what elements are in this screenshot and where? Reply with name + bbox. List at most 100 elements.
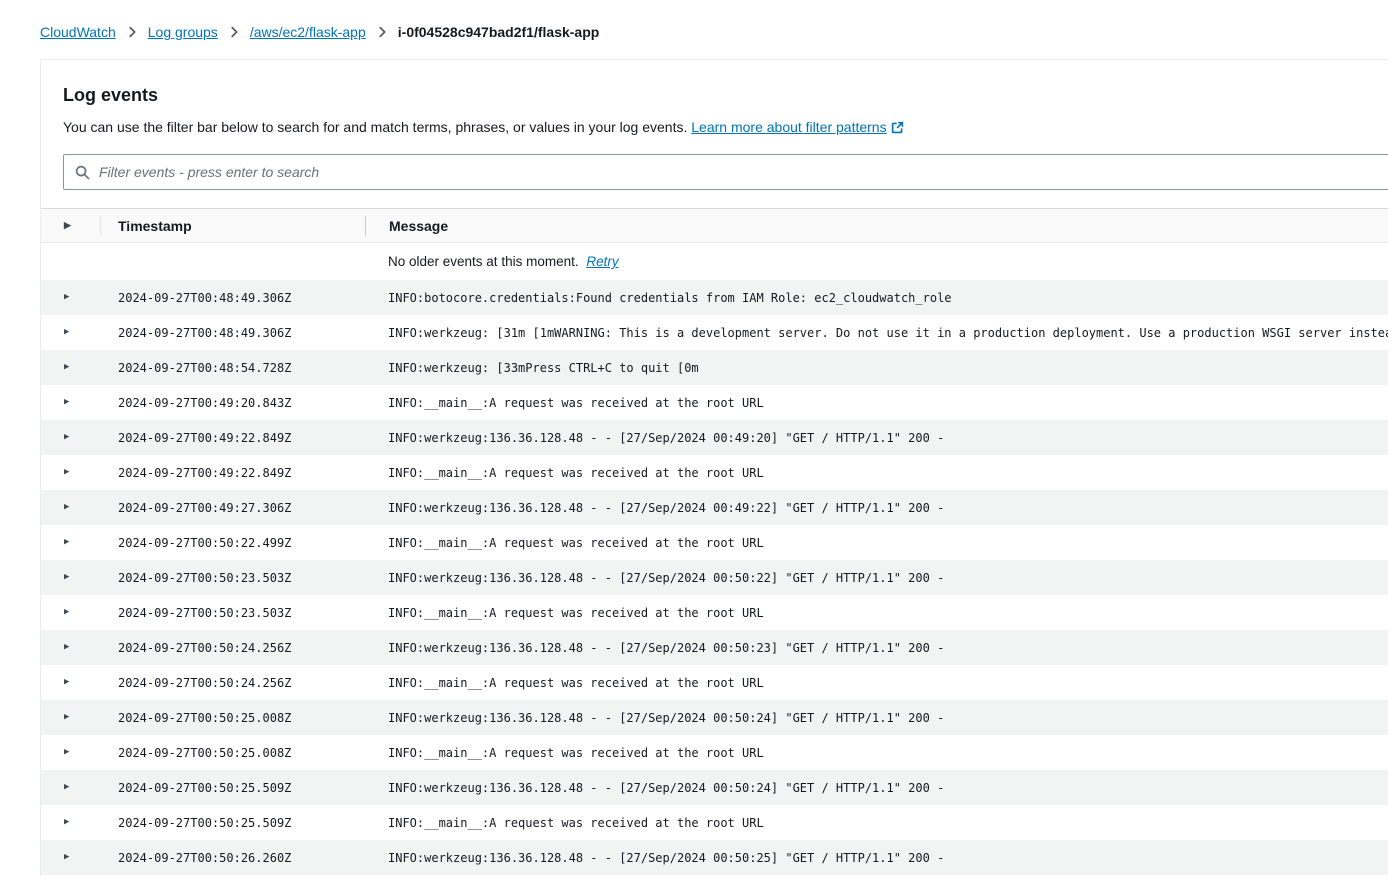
- expand-row-caret-icon[interactable]: ▶: [64, 748, 69, 757]
- breadcrumb-log-group-link[interactable]: /aws/ec2/flask-app: [250, 24, 366, 40]
- chevron-right-icon: [227, 25, 241, 39]
- expand-row-caret-icon[interactable]: ▶: [64, 293, 69, 302]
- search-icon: [75, 165, 90, 180]
- log-message-cell: INFO:__main__:A request was received at …: [365, 466, 1388, 480]
- log-event-row[interactable]: ▶ 2024-09-27T00:50:22.499Z INFO:__main__…: [41, 525, 1388, 560]
- expand-cell[interactable]: ▶: [41, 818, 100, 827]
- expand-cell[interactable]: ▶: [41, 783, 100, 792]
- log-events-table: ▶ Timestamp Message No older events at t…: [41, 208, 1388, 875]
- log-timestamp-cell: 2024-09-27T00:49:27.306Z: [100, 501, 364, 515]
- breadcrumb: CloudWatch Log groups /aws/ec2/flask-app…: [0, 0, 1388, 40]
- breadcrumb-cloudwatch-link[interactable]: CloudWatch: [40, 24, 116, 40]
- log-event-row[interactable]: ▶ 2024-09-27T00:50:25.509Z INFO:__main__…: [41, 805, 1388, 840]
- log-event-row[interactable]: ▶ 2024-09-27T00:50:24.256Z INFO:__main__…: [41, 665, 1388, 700]
- external-link-icon: [891, 119, 904, 139]
- expand-cell[interactable]: ▶: [41, 643, 100, 652]
- log-timestamp-cell: 2024-09-27T00:50:25.509Z: [100, 816, 364, 830]
- breadcrumb-log-groups-link[interactable]: Log groups: [148, 24, 218, 40]
- retry-link[interactable]: Retry: [586, 254, 618, 269]
- log-message-cell: INFO:werkzeug:136.36.128.48 - - [27/Sep/…: [365, 711, 1388, 725]
- log-timestamp-cell: 2024-09-27T00:48:49.306Z: [100, 326, 364, 340]
- expand-row-caret-icon[interactable]: ▶: [64, 643, 69, 652]
- log-event-row[interactable]: ▶ 2024-09-27T00:49:20.843Z INFO:__main__…: [41, 385, 1388, 420]
- expand-cell[interactable]: ▶: [41, 433, 100, 442]
- log-events-panel: Log events You can use the filter bar be…: [40, 59, 1388, 876]
- log-rows-container: ▶ 2024-09-27T00:48:49.306Z INFO:botocore…: [41, 280, 1388, 875]
- log-event-row[interactable]: ▶ 2024-09-27T00:49:22.849Z INFO:werkzeug…: [41, 420, 1388, 455]
- expand-cell[interactable]: ▶: [41, 538, 100, 547]
- log-timestamp-cell: 2024-09-27T00:50:24.256Z: [100, 641, 364, 655]
- expand-row-caret-icon[interactable]: ▶: [64, 853, 69, 862]
- log-timestamp-cell: 2024-09-27T00:49:20.843Z: [100, 396, 364, 410]
- log-message-cell: INFO:__main__:A request was received at …: [365, 606, 1388, 620]
- log-event-row[interactable]: ▶ 2024-09-27T00:48:49.306Z INFO:werkzeug…: [41, 315, 1388, 350]
- log-message-cell: INFO:werkzeug:136.36.128.48 - - [27/Sep/…: [365, 431, 1388, 445]
- expand-row-caret-icon[interactable]: ▶: [64, 538, 69, 547]
- log-event-row[interactable]: ▶ 2024-09-27T00:49:22.849Z INFO:__main__…: [41, 455, 1388, 490]
- log-message-cell: INFO:werkzeug:136.36.128.48 - - [27/Sep/…: [365, 571, 1388, 585]
- chevron-right-icon: [375, 25, 389, 39]
- expand-cell[interactable]: ▶: [41, 748, 100, 757]
- expand-all-header-cell[interactable]: ▶: [41, 221, 100, 230]
- expand-row-caret-icon[interactable]: ▶: [64, 713, 69, 722]
- log-timestamp-cell: 2024-09-27T00:50:23.503Z: [100, 571, 364, 585]
- expand-all-caret-icon[interactable]: ▶: [64, 221, 71, 230]
- expand-row-caret-icon[interactable]: ▶: [64, 468, 69, 477]
- learn-more-label: Learn more about filter patterns: [691, 119, 886, 135]
- log-message-cell: INFO:werkzeug:136.36.128.48 - - [27/Sep/…: [365, 641, 1388, 655]
- expand-row-caret-icon[interactable]: ▶: [64, 433, 69, 442]
- log-message-cell: INFO:__main__:A request was received at …: [365, 746, 1388, 760]
- expand-row-caret-icon[interactable]: ▶: [64, 503, 69, 512]
- log-event-row[interactable]: ▶ 2024-09-27T00:50:26.260Z INFO:werkzeug…: [41, 840, 1388, 875]
- log-timestamp-cell: 2024-09-27T00:50:22.499Z: [100, 536, 364, 550]
- log-message-cell: INFO:werkzeug:136.36.128.48 - - [27/Sep/…: [365, 851, 1388, 865]
- log-event-row[interactable]: ▶ 2024-09-27T00:50:25.509Z INFO:werkzeug…: [41, 770, 1388, 805]
- expand-row-caret-icon[interactable]: ▶: [64, 818, 69, 827]
- expand-row-caret-icon[interactable]: ▶: [64, 608, 69, 617]
- expand-row-caret-icon[interactable]: ▶: [64, 328, 69, 337]
- learn-more-link[interactable]: Learn more about filter patterns: [691, 119, 903, 135]
- log-event-row[interactable]: ▶ 2024-09-27T00:48:54.728Z INFO:werkzeug…: [41, 350, 1388, 385]
- expand-cell[interactable]: ▶: [41, 503, 100, 512]
- expand-cell[interactable]: ▶: [41, 328, 100, 337]
- no-older-events-row: No older events at this moment. Retry: [41, 243, 1388, 280]
- expand-row-caret-icon[interactable]: ▶: [64, 783, 69, 792]
- expand-cell[interactable]: ▶: [41, 713, 100, 722]
- timestamp-column-header[interactable]: Timestamp: [101, 218, 365, 234]
- log-event-row[interactable]: ▶ 2024-09-27T00:50:25.008Z INFO:werkzeug…: [41, 700, 1388, 735]
- log-event-row[interactable]: ▶ 2024-09-27T00:50:25.008Z INFO:__main__…: [41, 735, 1388, 770]
- log-event-row[interactable]: ▶ 2024-09-27T00:50:24.256Z INFO:werkzeug…: [41, 630, 1388, 665]
- log-event-row[interactable]: ▶ 2024-09-27T00:48:49.306Z INFO:botocore…: [41, 280, 1388, 315]
- log-timestamp-cell: 2024-09-27T00:50:25.008Z: [100, 746, 364, 760]
- log-event-row[interactable]: ▶ 2024-09-27T00:49:27.306Z INFO:werkzeug…: [41, 490, 1388, 525]
- chevron-right-icon: [125, 25, 139, 39]
- no-older-events-text: No older events at this moment.: [388, 254, 579, 269]
- expand-cell[interactable]: ▶: [41, 468, 100, 477]
- log-event-row[interactable]: ▶ 2024-09-27T00:50:23.503Z INFO:werkzeug…: [41, 560, 1388, 595]
- message-column-header[interactable]: Message: [366, 218, 1388, 234]
- expand-cell[interactable]: ▶: [41, 293, 100, 302]
- expand-cell[interactable]: ▶: [41, 608, 100, 617]
- log-timestamp-cell: 2024-09-27T00:49:22.849Z: [100, 466, 364, 480]
- log-message-cell: INFO:__main__:A request was received at …: [365, 396, 1388, 410]
- expand-row-caret-icon[interactable]: ▶: [64, 573, 69, 582]
- log-timestamp-cell: 2024-09-27T00:50:25.008Z: [100, 711, 364, 725]
- filter-events-searchbar[interactable]: [63, 154, 1388, 190]
- filter-events-input[interactable]: [99, 155, 1388, 189]
- expand-cell[interactable]: ▶: [41, 363, 100, 372]
- panel-description: You can use the filter bar below to sear…: [63, 117, 1388, 139]
- log-timestamp-cell: 2024-09-27T00:49:22.849Z: [100, 431, 364, 445]
- table-header-row: ▶ Timestamp Message: [41, 208, 1388, 243]
- expand-row-caret-icon[interactable]: ▶: [64, 398, 69, 407]
- log-event-row[interactable]: ▶ 2024-09-27T00:50:23.503Z INFO:__main__…: [41, 595, 1388, 630]
- page-title: Log events: [63, 85, 1388, 106]
- log-message-cell: INFO:werkzeug:136.36.128.48 - - [27/Sep/…: [365, 781, 1388, 795]
- expand-cell[interactable]: ▶: [41, 573, 100, 582]
- expand-cell[interactable]: ▶: [41, 398, 100, 407]
- expand-row-caret-icon[interactable]: ▶: [64, 363, 69, 372]
- expand-row-caret-icon[interactable]: ▶: [64, 678, 69, 687]
- expand-cell[interactable]: ▶: [41, 678, 100, 687]
- expand-cell[interactable]: ▶: [41, 853, 100, 862]
- log-message-cell: INFO:__main__:A request was received at …: [365, 536, 1388, 550]
- log-message-cell: INFO:__main__:A request was received at …: [365, 816, 1388, 830]
